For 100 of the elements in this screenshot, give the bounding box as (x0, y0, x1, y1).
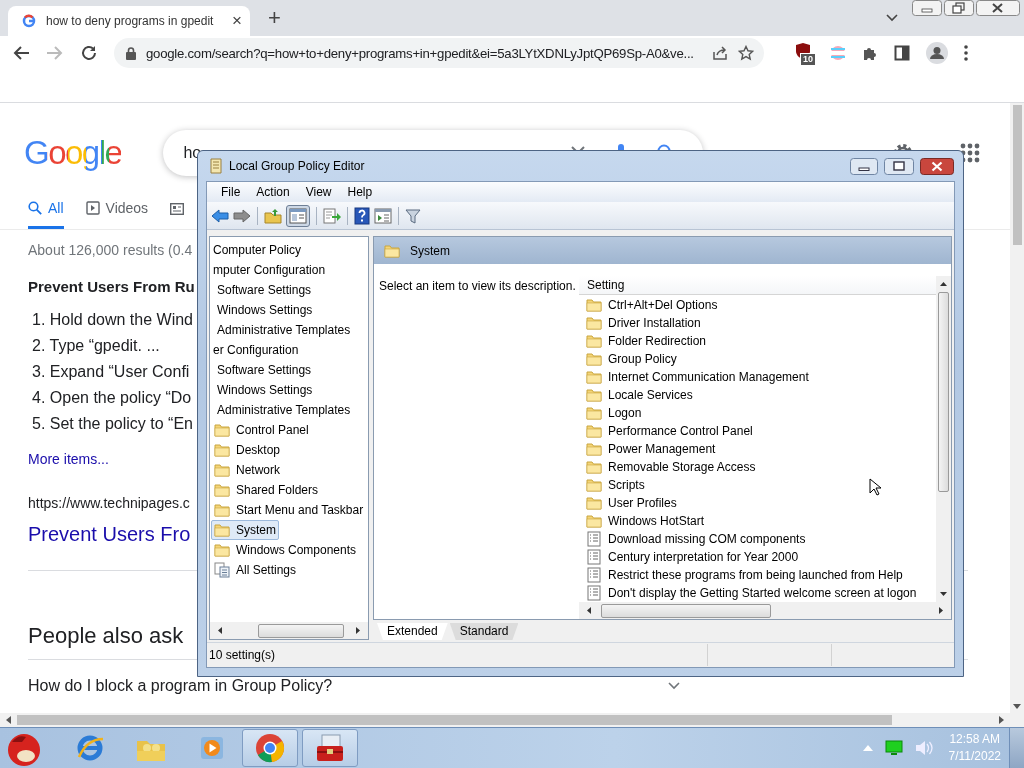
tree-item[interactable]: Windows Settings (214, 300, 316, 320)
view-tab[interactable]: Standard (449, 623, 519, 640)
setting-item[interactable]: Century interpretation for Year 2000 (579, 548, 936, 566)
search-tab[interactable]: Videos (85, 189, 149, 229)
forward-icon[interactable] (233, 208, 251, 223)
tree-item[interactable]: mputer Configuration (210, 260, 329, 280)
tree-item[interactable]: Software Settings (214, 280, 315, 300)
back-icon[interactable] (211, 208, 229, 223)
setting-item[interactable]: Power Management (579, 440, 936, 458)
close-icon[interactable] (920, 157, 954, 175)
left-arrow-icon (218, 627, 222, 634)
setting-item[interactable]: Restrict these programs from being launched from Help (579, 566, 936, 584)
search-tab[interactable]: All (28, 189, 64, 229)
setting-item[interactable]: Ctrl+Alt+Del Options (579, 296, 936, 314)
tree-item[interactable]: Start Menu and Taskbar (211, 500, 367, 520)
left-arrow-icon (6, 716, 11, 724)
folder-icon (586, 406, 602, 420)
folder-icon (214, 543, 230, 557)
folder-icon (586, 460, 602, 474)
snippet-title: Prevent Users From Ru (28, 278, 195, 295)
setting-item[interactable]: Folder Redirection (579, 332, 936, 350)
policy-icon (586, 585, 602, 601)
view-tab[interactable]: Extended (377, 623, 448, 640)
setting-item[interactable]: Group Policy (579, 350, 936, 368)
result-url: https://www.technipages.c (28, 495, 190, 511)
browser-tab[interactable]: how to deny programs in gpedit × (8, 6, 250, 36)
scrollbar-thumb[interactable] (1012, 105, 1022, 245)
side-panel-icon[interactable] (894, 45, 910, 61)
setting-item[interactable]: Driver Installation (579, 314, 936, 332)
tree-item[interactable]: Network (211, 460, 283, 480)
star-icon[interactable] (738, 45, 754, 61)
avatar-icon[interactable] (926, 42, 948, 64)
scrollbar-thumb[interactable] (601, 603, 771, 618)
tree-item[interactable]: All Settings (211, 560, 300, 580)
menu-item[interactable]: View (297, 185, 340, 199)
settings-list-icon (214, 562, 230, 578)
scrollbar[interactable] (0, 713, 1024, 727)
restore-icon[interactable] (944, 0, 974, 16)
scrollbar[interactable] (936, 276, 951, 602)
setting-item[interactable]: Removable Storage Access (579, 458, 936, 476)
network-icon[interactable] (884, 740, 903, 756)
scrollbar[interactable] (579, 602, 951, 619)
setting-item[interactable]: Don't display the Getting Started welcome screen at logon (579, 584, 936, 602)
tree-item[interactable]: Shared Folders (211, 480, 322, 500)
folder-up-icon[interactable] (264, 207, 282, 224)
menu-item[interactable]: Action (248, 185, 298, 199)
export-icon[interactable] (323, 207, 341, 224)
setting-item[interactable]: User Profiles (579, 494, 936, 512)
tree-item[interactable]: Administrative Templates (214, 400, 354, 420)
setting-item[interactable]: Performance Control Panel (579, 422, 936, 440)
news-icon[interactable] (170, 203, 185, 215)
puzzle-icon[interactable] (862, 45, 878, 61)
tree-item[interactable]: Administrative Templates (214, 320, 354, 340)
setting-item[interactable]: Logon (579, 404, 936, 422)
setting-item[interactable]: Locale Services (579, 386, 936, 404)
scrollbar[interactable] (210, 622, 368, 639)
setting-item[interactable]: Download missing COM components (579, 530, 936, 548)
scrollbar-thumb[interactable] (258, 623, 344, 638)
minimize-icon[interactable] (912, 0, 942, 16)
browser-icon[interactable] (75, 733, 105, 763)
minimize-icon[interactable] (850, 157, 878, 175)
result-title-link[interactable]: Prevent Users Fro (28, 523, 191, 546)
scrollbar-thumb[interactable] (938, 292, 949, 492)
browser-icon (255, 733, 285, 763)
scrollbar[interactable] (1010, 103, 1024, 713)
tree-item[interactable]: System (211, 520, 279, 540)
setting-item[interactable]: Internet Communication Management (579, 368, 936, 386)
filter-icon[interactable] (405, 207, 421, 224)
tree-item[interactable]: Computer Policy (210, 240, 305, 260)
share-icon[interactable] (712, 45, 728, 61)
taskbar-button[interactable] (242, 729, 298, 767)
more-icon[interactable] (964, 45, 968, 61)
lock-icon (126, 46, 136, 60)
taskbar-button[interactable] (302, 729, 358, 767)
right-arrow-icon (999, 716, 1004, 724)
tree-item[interactable]: Windows Components (211, 540, 360, 560)
menu-item[interactable]: Help (339, 185, 381, 199)
tree-item[interactable]: Control Panel (211, 420, 312, 440)
tree-item[interactable]: er Configuration (210, 340, 302, 360)
setting-item[interactable]: Scripts (579, 476, 936, 494)
setting-item[interactable]: Windows HotStart (579, 512, 936, 530)
chevron-icon[interactable] (668, 682, 680, 690)
tree-item[interactable]: Desktop (211, 440, 284, 460)
question-text[interactable]: How do I block a program in Group Policy? (28, 677, 658, 695)
reload-icon[interactable] (80, 44, 98, 62)
caret-icon[interactable] (886, 14, 898, 22)
close-button[interactable]: × (232, 11, 242, 31)
address-bar[interactable]: google.com/search?q=how+to+deny+programs+in+gpedit&ei=5a3LYtXDNLyJptQP69Sp-A0&ve... (114, 38, 764, 68)
help-icon[interactable] (354, 206, 370, 225)
tree-item[interactable]: Software Settings (214, 360, 315, 380)
results-count: About 126,000 results (0.4 (28, 242, 193, 258)
properties-icon[interactable] (374, 207, 392, 224)
tree-item[interactable]: Windows Settings (214, 380, 316, 400)
more-items-link[interactable]: More items... (28, 451, 109, 467)
menu-item[interactable]: File (213, 185, 249, 199)
maximize-icon[interactable] (884, 157, 914, 175)
back-icon[interactable] (12, 45, 30, 61)
close-icon[interactable] (976, 0, 1020, 16)
new-tab-button[interactable]: + (262, 5, 287, 31)
tree-toggle-icon[interactable] (289, 207, 307, 224)
